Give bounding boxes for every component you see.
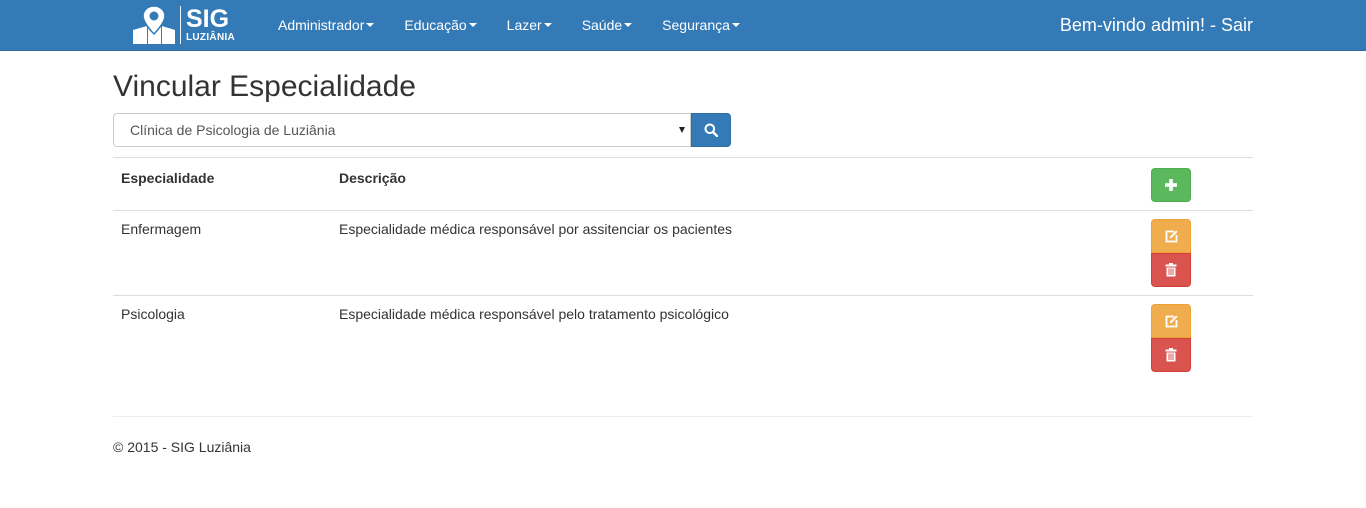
footer-divider <box>113 416 1253 417</box>
cell-actions <box>1143 210 1253 296</box>
logout-link[interactable]: Sair <box>1221 15 1253 35</box>
cell-especialidade: Psicologia <box>113 295 331 380</box>
caret-down-icon <box>731 23 740 27</box>
top-navbar: SIG LUZIÂNIA Administrador Educação Laze… <box>0 0 1366 51</box>
row-actions <box>1151 219 1245 287</box>
caret-down-icon <box>468 23 477 27</box>
menu-label: Educação <box>404 17 467 33</box>
welcome-separator: - <box>1204 15 1221 35</box>
brand-logo[interactable]: SIG LUZIÂNIA <box>131 4 241 46</box>
map-pin-logo-icon <box>133 5 175 44</box>
brand-separator <box>180 6 181 44</box>
brand-title: SIG <box>186 5 230 33</box>
brand-text: SIG LUZIÂNIA <box>186 7 235 43</box>
delete-button[interactable] <box>1151 338 1191 372</box>
menu-lazer[interactable]: Lazer <box>492 0 567 50</box>
edit-icon <box>1165 229 1178 242</box>
header-especialidade: Especialidade <box>113 157 331 211</box>
plus-icon <box>1165 179 1177 191</box>
table-row: Psicologia Especialidade médica responsá… <box>113 295 1253 380</box>
menu-label: Segurança <box>662 17 730 33</box>
trash-icon <box>1165 263 1177 277</box>
menu-seguranca[interactable]: Segurança <box>647 0 755 50</box>
clinic-select[interactable]: Clínica de Psicologia de Luziânia <box>113 113 691 147</box>
clinic-select-value: Clínica de Psicologia de Luziânia <box>130 122 336 138</box>
specialty-table: Especialidade Descrição Enfermagem Espec… <box>113 157 1253 380</box>
search-button[interactable] <box>691 113 731 147</box>
cell-descricao: Especialidade médica responsável por ass… <box>331 210 1143 296</box>
menu-label: Saúde <box>581 17 623 33</box>
page-title: Vincular Especialidade <box>113 70 416 103</box>
caret-down-icon <box>624 23 633 27</box>
row-actions <box>1151 304 1245 372</box>
menu-label: Lazer <box>506 17 542 33</box>
header-descricao: Descrição <box>331 157 1143 211</box>
cell-descricao: Especialidade médica responsável pelo tr… <box>331 295 1143 380</box>
table-header-row: Especialidade Descrição <box>113 157 1253 211</box>
main-content: Vincular Especialidade Clínica de Psicol… <box>113 51 1253 380</box>
menu-educacao[interactable]: Educação <box>389 0 491 50</box>
caret-down-icon <box>366 23 375 27</box>
menu-label: Administrador <box>278 17 365 33</box>
header-actions <box>1143 157 1253 211</box>
edit-button[interactable] <box>1151 304 1191 338</box>
brand-subtitle: LUZIÂNIA <box>186 32 236 43</box>
footer-text: © 2015 - SIG Luziânia <box>113 439 251 455</box>
add-button[interactable] <box>1151 168 1191 202</box>
edit-button[interactable] <box>1151 219 1191 253</box>
welcome-text: Bem-vindo admin! <box>1059 15 1205 35</box>
welcome-area: Bem-vindo admin! - Sair <box>1060 0 1253 50</box>
trash-icon <box>1165 348 1177 362</box>
table-row: Enfermagem Especialidade médica responsá… <box>113 210 1253 296</box>
edit-icon <box>1165 314 1178 327</box>
search-form: Clínica de Psicologia de Luziânia <box>113 113 731 147</box>
menu-saude[interactable]: Saúde <box>567 0 647 50</box>
caret-down-icon <box>543 23 552 27</box>
dropdown-arrow-icon <box>679 127 685 133</box>
cell-especialidade: Enfermagem <box>113 210 331 296</box>
main-menu: Administrador Educação Lazer Saúde Segur… <box>263 0 755 50</box>
search-icon <box>704 123 718 137</box>
cell-actions <box>1143 295 1253 380</box>
delete-button[interactable] <box>1151 253 1191 287</box>
menu-administrador[interactable]: Administrador <box>263 0 389 50</box>
